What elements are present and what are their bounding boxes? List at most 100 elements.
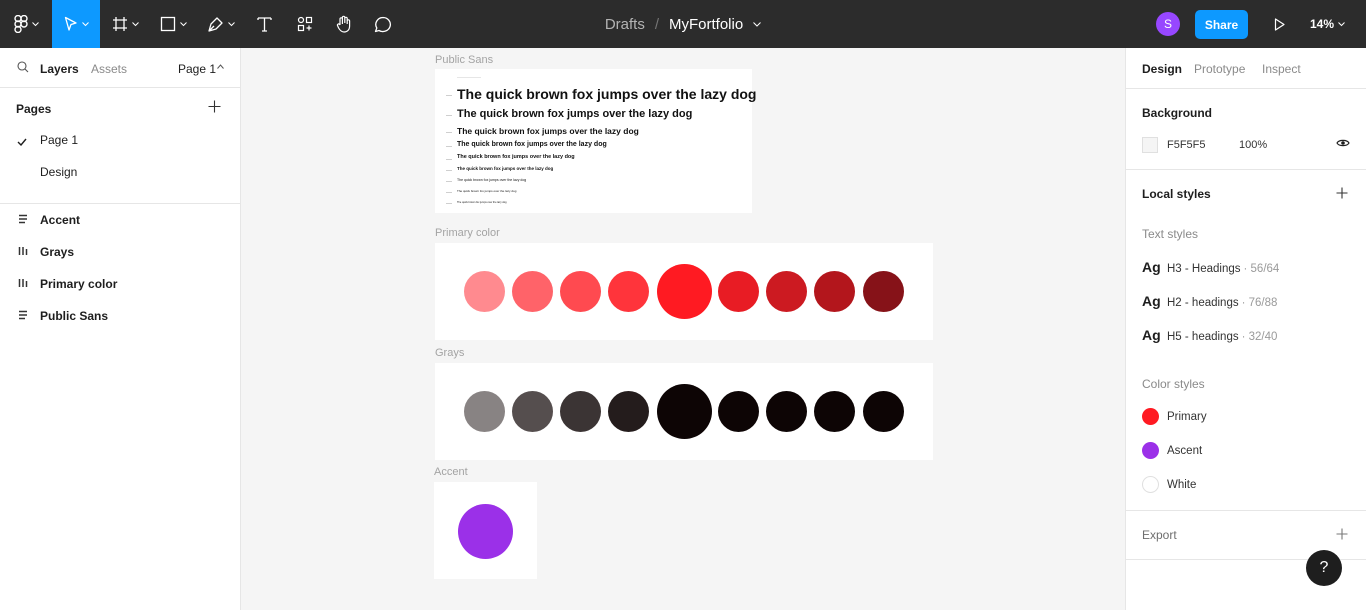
background-opacity-input[interactable]: 100% xyxy=(1239,139,1267,151)
layer-item-public-sans[interactable]: Public Sans xyxy=(0,304,240,328)
page-selector[interactable]: Page 1 xyxy=(178,62,216,76)
type-sample-9: The quick brown fox jumps over the lazy … xyxy=(457,201,507,204)
color-swatch[interactable] xyxy=(863,390,904,432)
frame-label-accent[interactable]: Accent xyxy=(434,466,468,478)
text-styles-heading: Text styles xyxy=(1142,227,1199,241)
color-swatch[interactable] xyxy=(464,270,505,312)
color-swatch[interactable] xyxy=(863,270,904,312)
frame-tool-button[interactable] xyxy=(104,0,146,48)
pen-tool-button[interactable] xyxy=(200,0,242,48)
tab-assets[interactable]: Assets xyxy=(91,62,127,76)
add-export-icon[interactable] xyxy=(1336,528,1348,540)
breadcrumb-drafts-link[interactable]: Drafts xyxy=(605,16,645,33)
color-swatch[interactable] xyxy=(560,270,601,312)
frame-label-public-sans[interactable]: Public Sans xyxy=(435,54,493,66)
shape-tool-button[interactable] xyxy=(152,0,194,48)
user-avatar[interactable]: S xyxy=(1156,12,1180,36)
layer-item-accent[interactable]: Accent xyxy=(0,208,240,232)
color-style-name: White xyxy=(1167,478,1197,491)
zoom-menu[interactable]: 14% xyxy=(1310,0,1345,48)
color-swatch[interactable] xyxy=(814,390,855,432)
type-sample-1: The quick brown fox jumps over the lazy … xyxy=(457,86,757,102)
chevron-down-icon xyxy=(131,21,139,26)
divider xyxy=(1126,169,1366,170)
comment-tool-button[interactable] xyxy=(367,0,399,48)
frame-primary-color[interactable] xyxy=(435,243,933,340)
frame-grays[interactable] xyxy=(435,363,933,460)
color-style-swatch xyxy=(1142,476,1159,493)
left-panel-tabs: Layers Assets Page 1 xyxy=(0,48,240,88)
color-swatch[interactable] xyxy=(814,270,855,312)
color-swatch[interactable] xyxy=(560,390,601,432)
frame-label-primary-color[interactable]: Primary color xyxy=(435,227,500,239)
text-style-item[interactable]: Ag H5 - headings · 32/40 xyxy=(1142,327,1277,343)
tab-layers[interactable]: Layers xyxy=(40,62,79,76)
search-icon[interactable] xyxy=(17,61,29,73)
color-style-item[interactable]: Ascent xyxy=(1142,442,1202,459)
local-styles-heading: Local styles xyxy=(1142,187,1211,201)
divider xyxy=(1126,510,1366,511)
frame-public-sans[interactable]: The quick brown fox jumps over the lazy … xyxy=(435,69,756,213)
color-swatch[interactable] xyxy=(608,270,649,312)
page-item-design[interactable]: Design xyxy=(40,165,77,179)
text-style-meta: · 76/88 xyxy=(1241,297,1278,309)
type-sample-8: The quick brown fox jumps over the lazy … xyxy=(457,189,517,193)
chevron-down-icon xyxy=(81,21,89,26)
text-style-meta: · 56/64 xyxy=(1243,263,1280,275)
color-swatch[interactable] xyxy=(657,263,712,319)
background-color-swatch[interactable] xyxy=(1142,137,1158,153)
text-style-item[interactable]: Ag H3 - Headings · 56/64 xyxy=(1142,259,1279,275)
hand-tool-button[interactable] xyxy=(328,0,360,48)
text-style-item[interactable]: Ag H2 - headings · 76/88 xyxy=(1142,293,1277,309)
move-tool-button[interactable] xyxy=(52,0,100,48)
file-name[interactable]: MyFortfolio xyxy=(669,16,743,33)
tab-design[interactable]: Design xyxy=(1142,62,1182,76)
frame-label-grays[interactable]: Grays xyxy=(435,347,464,359)
text-style-name: H5 - headings xyxy=(1167,331,1239,343)
text-icon xyxy=(256,17,272,32)
color-swatch[interactable] xyxy=(512,390,553,432)
page-item-page-1[interactable]: Page 1 xyxy=(40,133,78,147)
chevron-up-icon[interactable] xyxy=(217,64,224,69)
present-button[interactable] xyxy=(1266,0,1292,48)
color-swatch[interactable] xyxy=(464,390,505,432)
share-button[interactable]: Share xyxy=(1195,10,1248,39)
color-style-item[interactable]: White xyxy=(1142,476,1196,493)
eye-icon[interactable] xyxy=(1336,138,1350,148)
layer-name: Public Sans xyxy=(40,309,109,323)
main-menu-button[interactable] xyxy=(4,0,48,48)
color-swatch[interactable] xyxy=(766,390,807,432)
tab-prototype[interactable]: Prototype xyxy=(1194,62,1245,76)
frame-accent[interactable] xyxy=(434,482,537,579)
chevron-down-icon[interactable] xyxy=(753,21,762,27)
color-swatch[interactable] xyxy=(657,383,712,439)
color-swatch[interactable] xyxy=(608,390,649,432)
background-hex-input[interactable]: F5F5F5 xyxy=(1167,139,1206,151)
color-swatch[interactable] xyxy=(718,270,759,312)
tab-inspect[interactable]: Inspect xyxy=(1262,62,1301,76)
figma-logo-icon xyxy=(13,15,28,33)
color-swatch[interactable] xyxy=(512,270,553,312)
color-swatch[interactable] xyxy=(766,270,807,312)
color-swatch[interactable] xyxy=(458,504,513,559)
rectangle-icon xyxy=(160,16,175,32)
text-tool-button[interactable] xyxy=(248,0,280,48)
text-style-preview: Ag xyxy=(1142,327,1161,343)
chevron-down-icon xyxy=(1338,21,1345,26)
design-canvas[interactable]: Public Sans The quick brown fox jumps ov… xyxy=(241,48,1125,610)
color-style-name: Ascent xyxy=(1167,444,1203,457)
add-style-icon[interactable] xyxy=(1336,187,1348,199)
breadcrumb-separator: / xyxy=(654,15,659,33)
layer-item-primary-color[interactable]: Primary color xyxy=(0,272,240,296)
pen-icon xyxy=(208,16,223,32)
help-button[interactable]: ? xyxy=(1306,550,1342,586)
layer-item-grays[interactable]: Grays xyxy=(0,240,240,264)
add-page-icon[interactable] xyxy=(208,100,221,113)
layer-name: Primary color xyxy=(40,277,118,291)
color-swatch[interactable] xyxy=(718,390,759,432)
resources-button[interactable] xyxy=(288,0,322,48)
chevron-down-icon xyxy=(179,21,187,26)
pages-heading: Pages xyxy=(16,102,52,116)
color-style-item[interactable]: Primary xyxy=(1142,408,1207,425)
text-style-meta: · 32/40 xyxy=(1241,331,1278,343)
